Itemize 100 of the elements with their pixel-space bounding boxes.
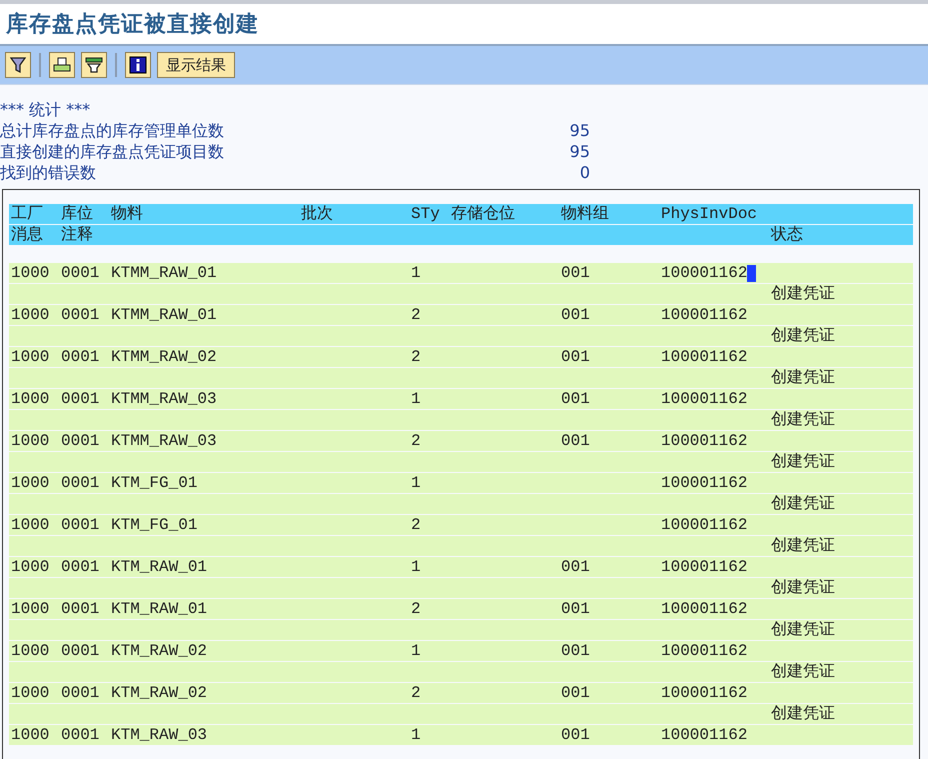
table-cell-text: KTM_RAW_02 <box>111 641 208 661</box>
data-row[interactable]: 1000 0001 KTMM_RAW_03 1 001 100001162 <box>9 389 913 409</box>
table-cell-text: 1000 <box>11 599 50 619</box>
data-row[interactable]: 1000 0001 KTM_RAW_02 1 001 100001162 <box>9 641 913 661</box>
data-row[interactable]: 创建凭证 <box>9 326 913 346</box>
statistic-label: 找到的错误数 <box>0 162 96 183</box>
statistics-heading: *** 统计 *** <box>0 99 92 120</box>
table-cell-text: 0001 <box>61 431 100 451</box>
table-cell: 100001162 <box>661 599 748 619</box>
table-cell-text: 2 <box>411 347 422 367</box>
data-row[interactable]: 1000 0001 KTM_FG_01 2 100001162 <box>9 515 913 535</box>
table-cell-text: 1000 <box>11 431 50 451</box>
table-cell-text: 0001 <box>61 347 100 367</box>
table-cell-text: 001 <box>561 557 591 577</box>
print-button[interactable] <box>49 52 75 78</box>
filter-icon <box>10 56 26 74</box>
table-cell-text: KTMM_RAW_02 <box>111 347 218 367</box>
layout-button[interactable] <box>81 52 107 78</box>
table-cell: 100001162 <box>661 557 748 577</box>
table-cell-text: 001 <box>561 347 591 367</box>
table-cell-text: KTM_RAW_01 <box>111 599 208 619</box>
data-row[interactable]: 创建凭证 <box>9 368 913 388</box>
column-header: 注释 <box>61 225 94 245</box>
data-row[interactable]: 1000 0001 KTM_RAW_01 2 001 100001162 <box>9 599 913 619</box>
statistic-label: 总计库存盘点的库存管理单位数 <box>0 120 224 141</box>
data-row[interactable]: 创建凭证 <box>9 284 913 304</box>
data-row[interactable]: 1000 0001 KTMM_RAW_03 2 001 100001162 <box>9 431 913 451</box>
data-row[interactable]: 1000 0001 KTM_RAW_02 2 001 100001162 <box>9 683 913 703</box>
table-cell-text: 1000 <box>11 683 50 703</box>
data-row[interactable]: 创建凭证 <box>9 578 913 598</box>
column-header: 状态 <box>771 225 804 245</box>
info-button[interactable] <box>125 52 151 78</box>
table-cell: 100001162 <box>661 263 748 283</box>
table-cell: 100001162 <box>661 515 748 535</box>
data-row[interactable]: 创建凭证 <box>9 662 913 682</box>
window-title: 库存盘点凭证被直接创建 <box>6 10 259 39</box>
table-cell-text: 001 <box>561 263 591 283</box>
data-row[interactable]: 1000 0001 KTMM_RAW_02 2 001 100001162 <box>9 347 913 367</box>
column-header: 物料 <box>111 204 144 224</box>
table-cell-text: 1000 <box>11 515 50 535</box>
column-header: STy <box>411 204 441 224</box>
table-cell: 100001162 <box>661 347 748 367</box>
data-row[interactable]: 1000 0001 KTM_RAW_01 1 001 100001162 <box>9 557 913 577</box>
table-cell-text: KTM_FG_01 <box>111 473 198 493</box>
statistic-value: 95 <box>570 141 590 162</box>
statistic-value: 0 <box>580 162 590 183</box>
table-cell-text: 1 <box>411 641 422 661</box>
show-results-button[interactable]: 显示结果 <box>157 52 235 78</box>
table-cell: 100001162 <box>661 683 748 703</box>
table-cell-text: 1000 <box>11 347 50 367</box>
data-row[interactable]: 1000 0001 KTM_RAW_03 1 001 100001162 <box>9 725 913 745</box>
info-icon <box>129 56 147 74</box>
table-cell-text: 0001 <box>61 515 100 535</box>
table-cell: 100001162 <box>661 473 748 493</box>
column-header: 库位 <box>61 204 94 224</box>
table-cell-text: 2 <box>411 515 422 535</box>
table-cell-text: KTM_RAW_01 <box>111 557 208 577</box>
table-cell-text: KTMM_RAW_01 <box>111 305 218 325</box>
data-row[interactable]: 创建凭证 <box>9 704 913 724</box>
data-row[interactable]: 创建凭证 <box>9 620 913 640</box>
data-row[interactable]: 创建凭证 <box>9 536 913 556</box>
table-cell-text: 0001 <box>61 599 100 619</box>
data-row[interactable]: 创建凭证 <box>9 452 913 472</box>
table-cell-text: 1000 <box>11 305 50 325</box>
table-cell-text: 创建凭证 <box>771 536 836 556</box>
table-cell-text: 2 <box>411 683 422 703</box>
table-cell-text: 2 <box>411 305 422 325</box>
table-cell-text: 1 <box>411 557 422 577</box>
column-header: PhysInvDoc <box>661 204 758 224</box>
table-cell-text: 1000 <box>11 641 50 661</box>
table-cell-text: 001 <box>561 725 591 745</box>
table-cell-text: 0001 <box>61 725 100 745</box>
table-cell-text: 0001 <box>61 389 100 409</box>
table-cell: 100001162 <box>661 725 748 745</box>
data-row[interactable]: 1000 0001 KTMM_RAW_01 2 001 100001162 <box>9 305 913 325</box>
data-row[interactable]: 1000 0001 KTM_FG_01 1 100001162 <box>9 473 913 493</box>
table-cell-text: 1000 <box>11 263 50 283</box>
table-cell-text: 001 <box>561 683 591 703</box>
column-header: 存储仓位 <box>451 204 516 224</box>
table-cell-text: 0001 <box>61 557 100 577</box>
table-cell-text: 1 <box>411 725 422 745</box>
table-cell-text: 0001 <box>61 683 100 703</box>
table-cell-text: 001 <box>561 389 591 409</box>
table-cell-text: 2 <box>411 599 422 619</box>
data-row[interactable]: 1000 0001 KTMM_RAW_01 1 001 100001162 <box>9 263 913 283</box>
table-cell-text: 创建凭证 <box>771 620 836 640</box>
data-row[interactable]: 创建凭证 <box>9 410 913 430</box>
data-row[interactable]: 创建凭证 <box>9 494 913 514</box>
table-cell-text: KTMM_RAW_03 <box>111 389 218 409</box>
table-cell-text: KTM_RAW_03 <box>111 725 208 745</box>
table-cell-text: 创建凭证 <box>771 662 836 682</box>
table-cell-text: 001 <box>561 305 591 325</box>
table-cell-text: 001 <box>561 599 591 619</box>
table-cell-text: 001 <box>561 641 591 661</box>
table-cell-text: 创建凭证 <box>771 368 836 388</box>
column-header: 物料组 <box>561 204 610 224</box>
table-cell-text: 创建凭证 <box>771 452 836 472</box>
table-cell-text: KTM_FG_01 <box>111 515 198 535</box>
table-cell-text: 创建凭证 <box>771 410 836 430</box>
filter-button[interactable] <box>5 52 31 78</box>
